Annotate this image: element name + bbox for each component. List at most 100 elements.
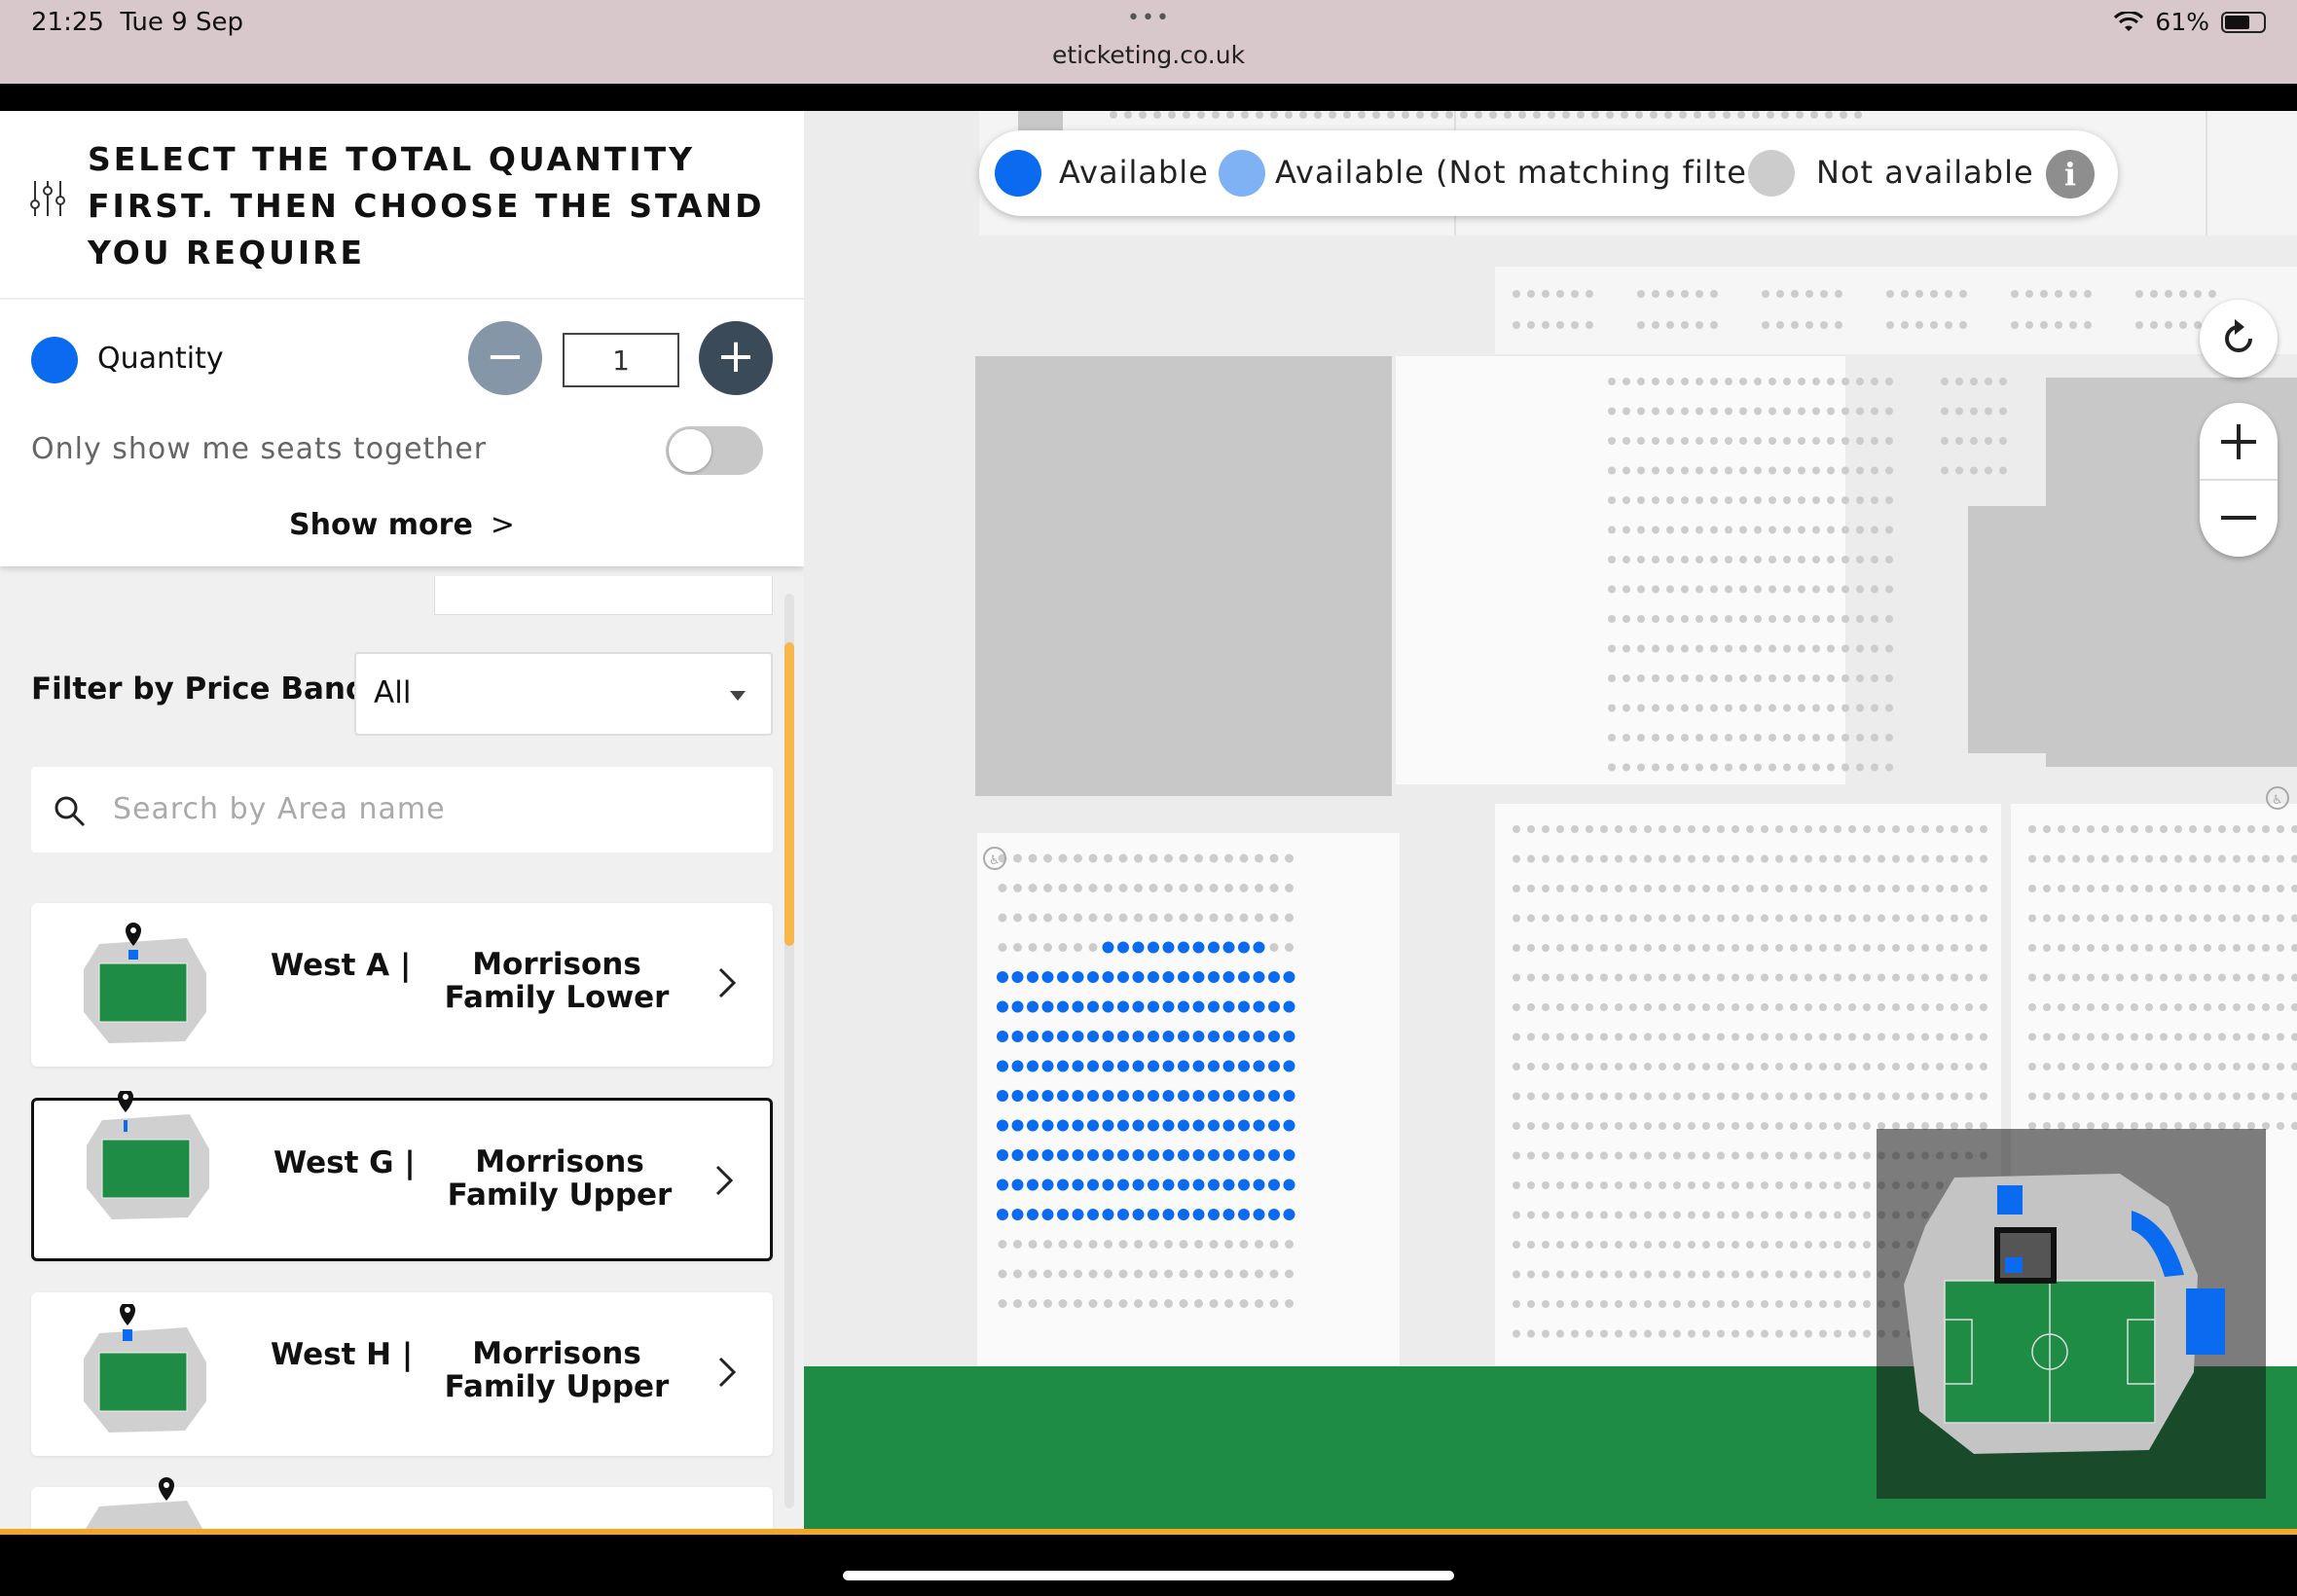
- seat-available[interactable]: [1222, 1179, 1235, 1191]
- seat-available[interactable]: [1102, 1031, 1114, 1042]
- seat-available[interactable]: [1057, 1090, 1069, 1102]
- seat-available[interactable]: [1178, 1031, 1189, 1042]
- seat-available[interactable]: [1192, 1179, 1205, 1191]
- area-card[interactable]: West H | Morrisons Family Upper: [31, 1292, 773, 1456]
- seat-available[interactable]: [1178, 1060, 1189, 1072]
- seat-available[interactable]: [1208, 1000, 1220, 1013]
- seat-available[interactable]: [1162, 1209, 1175, 1220]
- seat-available[interactable]: [1027, 1209, 1039, 1220]
- seat-available[interactable]: [1102, 1209, 1114, 1220]
- area-search[interactable]: [31, 767, 773, 852]
- seat-available[interactable]: [1072, 1060, 1084, 1072]
- seat-available[interactable]: [1162, 1031, 1175, 1042]
- reset-view-button[interactable]: [2200, 300, 2278, 378]
- seat-available[interactable]: [1222, 1119, 1235, 1132]
- seat-available[interactable]: [1117, 1149, 1129, 1161]
- seat-available[interactable]: [1117, 1031, 1129, 1042]
- seat-available[interactable]: [1087, 1060, 1099, 1072]
- seat-available[interactable]: [1222, 1090, 1235, 1102]
- seat-available[interactable]: [1192, 971, 1205, 983]
- seat-available[interactable]: [1253, 1209, 1265, 1220]
- seat-available[interactable]: [1253, 1179, 1265, 1191]
- seat-available[interactable]: [1283, 1031, 1295, 1042]
- seat-available[interactable]: [1057, 1031, 1069, 1042]
- seat-available[interactable]: [1222, 1209, 1235, 1220]
- seat-available[interactable]: [1253, 1031, 1265, 1042]
- seat-available[interactable]: [1238, 1031, 1250, 1042]
- seat-available[interactable]: [1208, 1119, 1220, 1132]
- seat-available[interactable]: [997, 1031, 1008, 1042]
- seat-available[interactable]: [1253, 1060, 1265, 1072]
- seat-available[interactable]: [1253, 941, 1265, 954]
- seat-available[interactable]: [1162, 1179, 1175, 1191]
- seat-available[interactable]: [1178, 1209, 1189, 1220]
- increase-quantity-button[interactable]: +: [699, 321, 773, 395]
- seat-available[interactable]: [1283, 1209, 1295, 1220]
- seat-available[interactable]: [1041, 1090, 1054, 1102]
- seat-available[interactable]: [1253, 1090, 1265, 1102]
- scrollbar-thumb[interactable]: [784, 642, 794, 946]
- seat-available[interactable]: [1102, 1179, 1114, 1191]
- seat-available[interactable]: [1192, 1060, 1205, 1072]
- seat-available[interactable]: [997, 1090, 1008, 1102]
- seat-available[interactable]: [1027, 971, 1039, 983]
- seat-available[interactable]: [1117, 941, 1129, 954]
- area-list-scroll[interactable]: Filter by Price Band All West A |: [0, 566, 804, 1529]
- seat-available[interactable]: [1102, 1060, 1114, 1072]
- seat-available[interactable]: [1041, 1060, 1054, 1072]
- seat-available[interactable]: [1057, 1119, 1069, 1132]
- seat-available[interactable]: [1283, 1000, 1295, 1013]
- seat-available[interactable]: [1208, 1179, 1220, 1191]
- seat-available[interactable]: [1011, 1000, 1024, 1013]
- seat-available[interactable]: [1087, 971, 1099, 983]
- zoom-in-button[interactable]: [2200, 403, 2278, 479]
- seat-available[interactable]: [1011, 971, 1024, 983]
- info-icon[interactable]: i: [2046, 150, 2095, 199]
- seat-available[interactable]: [1102, 1149, 1114, 1161]
- seat-available[interactable]: [1117, 1000, 1129, 1013]
- seat-available[interactable]: [1087, 1119, 1099, 1132]
- seat-available[interactable]: [1283, 971, 1295, 983]
- seat-available[interactable]: [997, 1119, 1008, 1132]
- seat-available[interactable]: [1162, 1000, 1175, 1013]
- seat-available[interactable]: [1238, 971, 1250, 983]
- seat-available[interactable]: [1268, 1179, 1280, 1191]
- seat-available[interactable]: [1148, 1179, 1159, 1191]
- seat-available[interactable]: [1072, 1090, 1084, 1102]
- seat-available[interactable]: [1117, 1209, 1129, 1220]
- seat-available[interactable]: [1132, 941, 1145, 954]
- seat-available[interactable]: [1178, 1090, 1189, 1102]
- seat-available[interactable]: [1192, 941, 1205, 954]
- seat-available[interactable]: [1162, 941, 1175, 954]
- seat-available[interactable]: [1178, 941, 1189, 954]
- seat-available[interactable]: [1027, 1060, 1039, 1072]
- seat-available[interactable]: [1057, 971, 1069, 983]
- seats-together-toggle[interactable]: [666, 426, 763, 475]
- seat-available[interactable]: [1087, 1000, 1099, 1013]
- seat-available[interactable]: [1208, 1031, 1220, 1042]
- seat-available[interactable]: [1268, 1119, 1280, 1132]
- seat-available[interactable]: [1072, 1149, 1084, 1161]
- zoom-out-button[interactable]: [2200, 481, 2278, 557]
- seat-available[interactable]: [1148, 1149, 1159, 1161]
- seat-available[interactable]: [1027, 1031, 1039, 1042]
- seat-available[interactable]: [1208, 1149, 1220, 1161]
- seat-available[interactable]: [1132, 1119, 1145, 1132]
- seat-available[interactable]: [997, 971, 1008, 983]
- seat-available[interactable]: [1238, 1060, 1250, 1072]
- seat-available[interactable]: [1238, 1149, 1250, 1161]
- seat-available[interactable]: [1268, 1090, 1280, 1102]
- seat-available[interactable]: [1072, 1209, 1084, 1220]
- seat-available[interactable]: [1192, 1090, 1205, 1102]
- seat-available[interactable]: [1102, 1000, 1114, 1013]
- seat-available[interactable]: [1268, 1149, 1280, 1161]
- seat-available[interactable]: [1011, 1149, 1024, 1161]
- seat-available[interactable]: [1041, 971, 1054, 983]
- seat-available[interactable]: [1011, 1090, 1024, 1102]
- seat-available[interactable]: [1178, 1000, 1189, 1013]
- seat-available[interactable]: [1162, 1090, 1175, 1102]
- seat-available[interactable]: [1283, 1149, 1295, 1161]
- seat-available[interactable]: [1222, 1149, 1235, 1161]
- seat-available[interactable]: [1238, 1119, 1250, 1132]
- seat-available[interactable]: [1192, 1119, 1205, 1132]
